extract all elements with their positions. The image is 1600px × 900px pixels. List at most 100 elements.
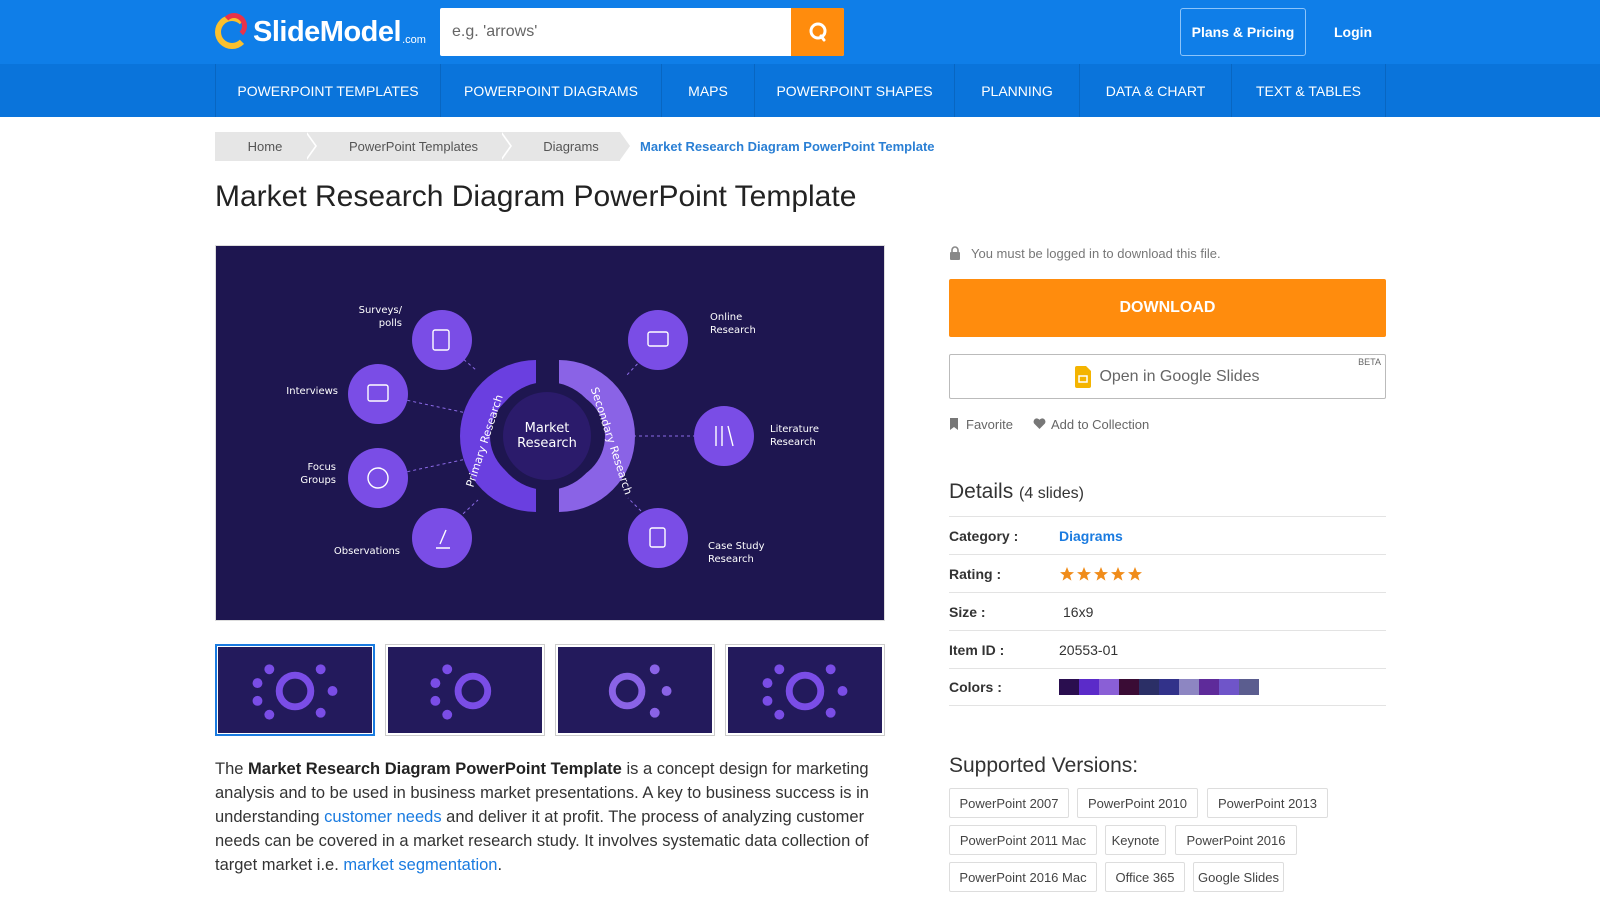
version-tag[interactable]: PowerPoint 2016 xyxy=(1175,825,1297,855)
add-to-collection-button[interactable]: Add to Collection xyxy=(1033,417,1149,432)
label-interviews: Interviews xyxy=(286,386,338,397)
version-tag[interactable]: PowerPoint 2007 xyxy=(949,788,1069,818)
version-tag[interactable]: PowerPoint 2016 Mac xyxy=(949,862,1097,892)
supported-versions-heading: Supported Versions: xyxy=(949,754,1139,777)
search-bar xyxy=(440,8,844,56)
color-swatch xyxy=(1119,679,1139,695)
beta-badge: BETA xyxy=(1358,357,1381,367)
star-icon xyxy=(1094,566,1108,581)
thumbnail-3[interactable] xyxy=(555,644,715,736)
category-link[interactable]: Diagrams xyxy=(1059,528,1123,544)
version-tag[interactable]: Keynote xyxy=(1105,825,1166,855)
thumbnail-4[interactable] xyxy=(725,644,885,736)
label-online-1: Online xyxy=(710,312,742,323)
google-slides-icon xyxy=(1075,365,1092,388)
rating-stars[interactable] xyxy=(1059,566,1144,582)
star-icon xyxy=(1077,566,1091,581)
color-swatch xyxy=(1139,679,1159,695)
version-tag[interactable]: Office 365 xyxy=(1105,862,1185,892)
download-button[interactable]: DOWNLOAD xyxy=(949,279,1386,337)
top-bar: SlideModel .com Plans & Pricing Login xyxy=(0,0,1600,64)
breadcrumb-powerpoint-templates[interactable]: PowerPoint Templates xyxy=(305,132,512,161)
detail-label: Item ID : xyxy=(949,641,1005,658)
star-icon xyxy=(1111,566,1125,581)
detail-row-rating: Rating : xyxy=(949,554,1386,592)
item-actions: Favorite Add to Collection xyxy=(949,415,1169,433)
search-input[interactable] xyxy=(440,8,790,56)
desc-text: The xyxy=(215,760,249,778)
thumbnail-1[interactable] xyxy=(215,644,375,736)
detail-row-colors: Colors : xyxy=(949,668,1386,706)
label-focus-2: Groups xyxy=(300,475,336,486)
star-icon xyxy=(1060,566,1074,581)
google-slides-label: Open in Google Slides xyxy=(1099,367,1260,385)
center-label-2: Research xyxy=(517,436,577,451)
open-google-slides-button[interactable]: Open in Google Slides BETA xyxy=(949,354,1386,399)
color-swatch xyxy=(1099,679,1119,695)
color-swatch xyxy=(1079,679,1099,695)
label-focus-1: Focus xyxy=(307,462,336,473)
plans-pricing-button[interactable]: Plans & Pricing xyxy=(1180,8,1306,56)
thumbnail-2[interactable] xyxy=(385,644,545,736)
nav-text-tables[interactable]: TEXT & TABLES xyxy=(1232,64,1386,117)
label-surveys-1: Surveys/ xyxy=(359,305,403,316)
link-market-segmentation[interactable]: market segmentation xyxy=(343,856,497,874)
thumbnail-strip xyxy=(215,644,885,736)
search-button[interactable] xyxy=(791,8,844,56)
nav-data-chart[interactable]: DATA & CHART xyxy=(1080,64,1232,117)
size-value: 16x9 xyxy=(1063,603,1094,620)
label-case-study-2: Research xyxy=(708,554,754,565)
nav-maps[interactable]: MAPS xyxy=(662,64,755,117)
link-customer-needs[interactable]: customer needs xyxy=(324,808,441,826)
desc-text: . xyxy=(497,856,503,874)
search-icon xyxy=(809,22,826,42)
color-swatch xyxy=(1219,679,1239,695)
item-id-value: 20553-01 xyxy=(1059,641,1119,658)
logo-domain: .com xyxy=(402,34,426,46)
login-note: You must be logged in to download this f… xyxy=(949,244,1221,262)
color-swatch xyxy=(1179,679,1199,695)
color-swatch xyxy=(1199,679,1219,695)
version-tag[interactable]: PowerPoint 2013 xyxy=(1207,788,1328,818)
version-tag[interactable]: Google Slides xyxy=(1193,862,1284,892)
nav-planning[interactable]: PLANNING xyxy=(955,64,1080,117)
label-surveys-2: polls xyxy=(379,318,402,329)
label-literature-1: Literature xyxy=(770,424,819,435)
detail-row-size: Size : 16x9 xyxy=(949,592,1386,630)
version-tag[interactable]: PowerPoint 2011 Mac xyxy=(949,825,1097,855)
label-observations: Observations xyxy=(334,546,400,557)
collection-label: Add to Collection xyxy=(1050,416,1150,432)
center-label-1: Market xyxy=(525,421,570,436)
detail-row-item-id: Item ID : 20553-01 xyxy=(949,630,1386,668)
detail-row-category: Category : Diagrams xyxy=(949,516,1386,554)
favorite-label: Favorite xyxy=(966,416,1013,432)
login-button[interactable]: Login xyxy=(1334,8,1372,56)
breadcrumb: Home PowerPoint Templates Diagrams Marke… xyxy=(215,132,935,161)
thumbnail-image xyxy=(558,647,712,733)
nav-powerpoint-templates[interactable]: POWERPOINT TEMPLATES xyxy=(216,64,441,117)
page-title: Market Research Diagram PowerPoint Templ… xyxy=(215,180,857,213)
star-icon xyxy=(1128,566,1142,581)
nav-powerpoint-shapes[interactable]: POWERPOINT SHAPES xyxy=(755,64,955,117)
color-swatch xyxy=(1059,679,1079,695)
color-swatches xyxy=(1059,679,1259,695)
logo-icon xyxy=(215,13,249,51)
nav-powerpoint-diagrams[interactable]: POWERPOINT DIAGRAMS xyxy=(441,64,662,117)
details-table: Category : Diagrams Rating : Size : 16x9… xyxy=(949,516,1386,706)
version-tag[interactable]: PowerPoint 2010 xyxy=(1077,788,1198,818)
preview-image[interactable]: Market Research Primary Research Seconda… xyxy=(215,245,885,621)
market-research-diagram: Market Research Primary Research Seconda… xyxy=(286,305,819,568)
detail-label: Colors : xyxy=(949,679,1002,695)
color-swatch xyxy=(1159,679,1179,695)
breadcrumb-diagrams[interactable]: Diagrams xyxy=(500,132,632,161)
detail-label: Category : xyxy=(949,527,1019,544)
slides-count: (4 slides) xyxy=(1019,485,1084,502)
thumbnail-image xyxy=(388,647,542,733)
detail-label: Size : xyxy=(949,603,986,620)
details-heading: Details (4 slides) xyxy=(949,480,1084,504)
breadcrumb-current: Market Research Diagram PowerPoint Templ… xyxy=(640,139,935,154)
heart-icon xyxy=(1033,418,1046,429)
logo[interactable]: SlideModel .com xyxy=(215,10,426,54)
favorite-button[interactable]: Favorite xyxy=(949,417,1013,432)
breadcrumb-home[interactable]: Home xyxy=(215,132,317,161)
